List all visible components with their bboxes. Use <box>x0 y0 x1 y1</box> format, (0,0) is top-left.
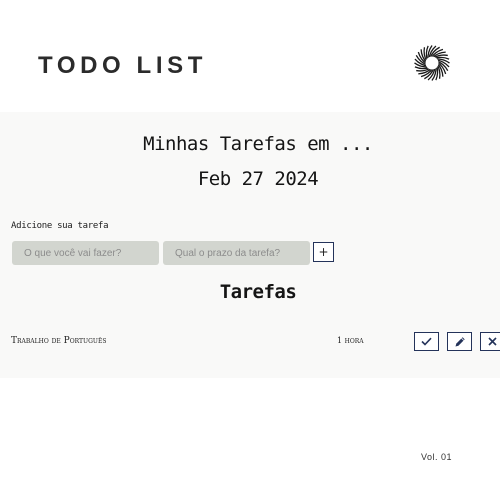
delete-task-button[interactable] <box>480 332 500 351</box>
top-bar: TODO LIST <box>0 0 500 112</box>
task-deadline: 1 hora <box>337 336 364 345</box>
tasks-section-title: Tarefas <box>219 281 297 303</box>
check-icon <box>421 337 432 346</box>
brand-title: TODO LIST <box>38 52 207 79</box>
task-name: Trabalho de Português <box>11 336 107 346</box>
page-date: Feb 27 2024 <box>197 168 319 190</box>
deadline-input[interactable] <box>163 241 310 265</box>
task-input[interactable] <box>12 241 159 265</box>
edit-task-button[interactable] <box>447 332 472 351</box>
complete-task-button[interactable] <box>414 332 439 351</box>
page-heading: Minhas Tarefas em ... <box>143 133 373 155</box>
add-task-label: Adicione sua tarefa <box>11 221 109 231</box>
volume-label: Vol. 01 <box>421 452 453 462</box>
add-task-button[interactable]: + <box>313 242 334 262</box>
close-icon <box>488 337 497 346</box>
spiral-logo-icon <box>414 45 450 81</box>
pencil-icon <box>455 336 465 346</box>
